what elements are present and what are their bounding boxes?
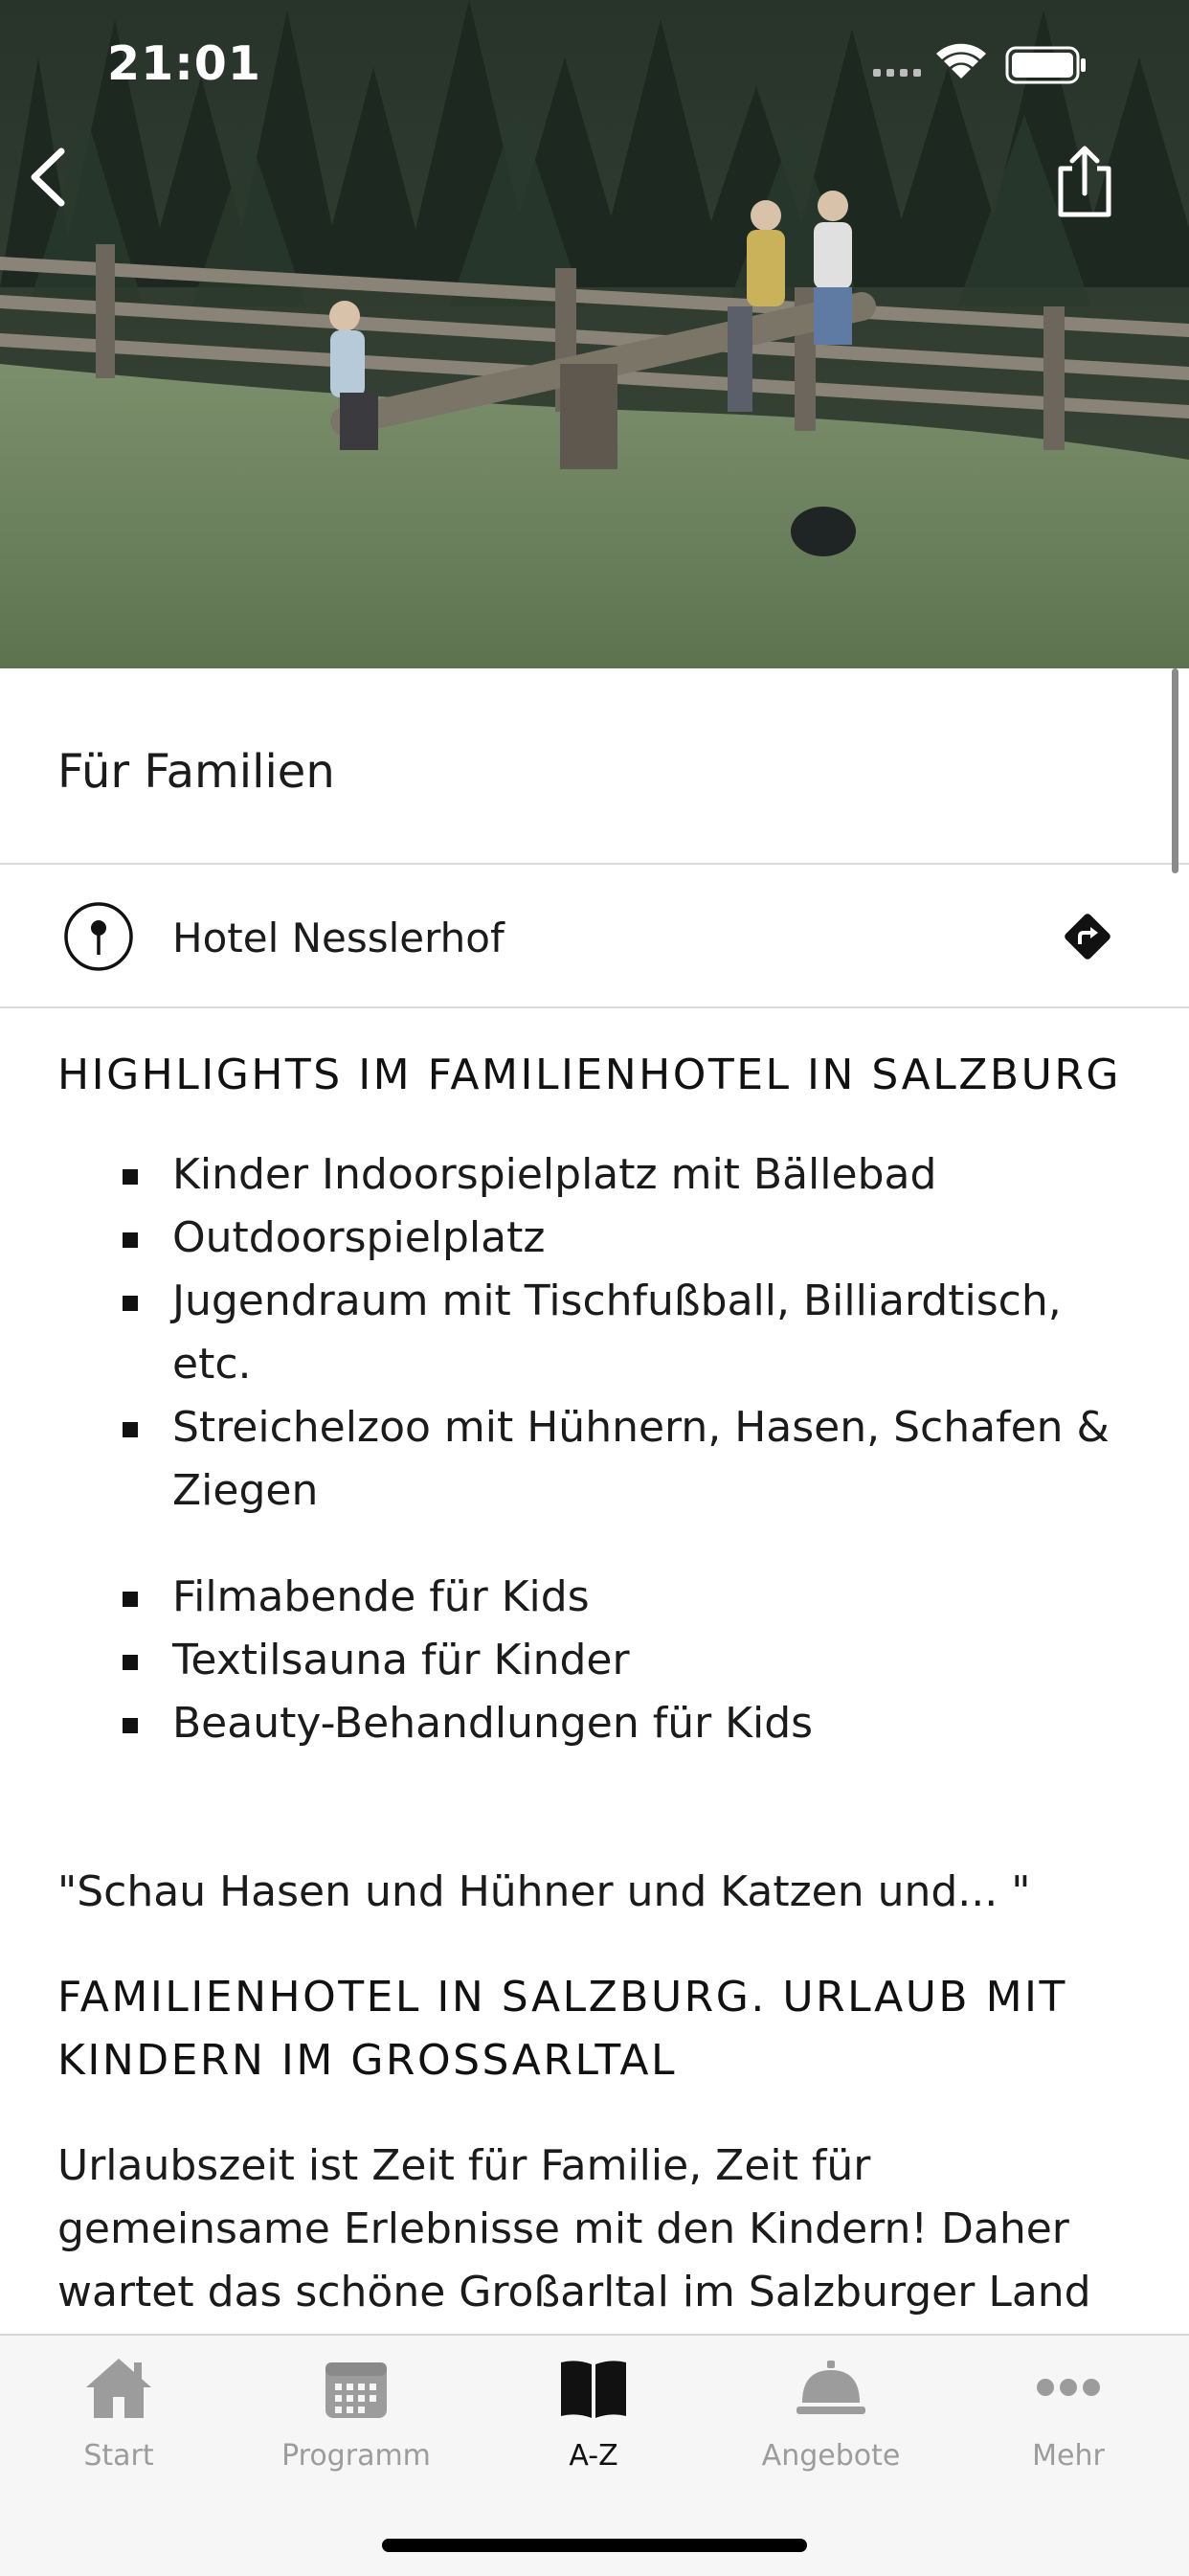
list-item: Beauty-Behandlungen für Kids xyxy=(115,1692,1139,1755)
tab-label: A-Z xyxy=(569,2439,618,2473)
highlights-list-1: Kinder Indoorspielplatz mit Bällebad Out… xyxy=(57,1143,1139,1523)
status-time: 21:01 xyxy=(107,36,261,91)
battery-icon xyxy=(1005,46,1086,84)
tab-angebote[interactable]: Angebote xyxy=(712,2349,950,2493)
tab-start[interactable]: Start xyxy=(0,2349,237,2493)
status-icons xyxy=(873,42,1122,88)
cellular-signal-icon xyxy=(873,69,921,77)
back-button[interactable] xyxy=(21,144,107,230)
page-title: Für Familien xyxy=(57,745,335,799)
list-item: Streichelzoo mit Hühnern, Hasen, Schafen… xyxy=(115,1396,1139,1523)
content: HIGHLIGHTS IM FAMILIENHOTEL IN SALZBURG … xyxy=(57,1044,1139,2451)
hero-image: 21:01 xyxy=(0,0,1189,668)
tab-a-z[interactable]: A-Z xyxy=(475,2349,712,2493)
list-item: Filmabende für Kids xyxy=(115,1566,1139,1629)
tab-label: Programm xyxy=(281,2439,431,2473)
directions-icon[interactable] xyxy=(1059,908,1116,965)
section2-heading: FAMILIENHOTEL IN SALZBURG. URLAUB MIT KI… xyxy=(57,1973,1067,2085)
list-item: Outdoorspielplatz xyxy=(115,1207,1139,1270)
quote-text: "Schau Hasen und Hühner und Katzen und..… xyxy=(57,1867,1031,1916)
list-item: Kinder Indoorspielplatz mit Bällebad xyxy=(115,1143,1139,1207)
wifi-icon xyxy=(936,43,986,79)
more-dots-icon xyxy=(1037,2379,1100,2396)
home-icon xyxy=(86,2359,151,2418)
tab-label: Start xyxy=(83,2439,154,2473)
book-icon xyxy=(561,2361,626,2418)
tab-bar: Start Programm A-Z Angebote Mehr xyxy=(0,2334,1189,2576)
highlights-list-2: Filmabende für Kids Textilsauna für Kind… xyxy=(57,1566,1139,1755)
tab-mehr[interactable]: Mehr xyxy=(950,2349,1187,2493)
home-indicator[interactable] xyxy=(382,2539,807,2552)
share-button[interactable] xyxy=(1053,144,1139,230)
highlights-heading: HIGHLIGHTS IM FAMILIENHOTEL IN SALZBURG xyxy=(57,1051,1121,1099)
scroll-indicator[interactable] xyxy=(1172,668,1178,873)
title-section: Für Familien xyxy=(0,668,1189,865)
status-bar: 21:01 xyxy=(0,0,1189,128)
chevron-left-icon xyxy=(31,147,65,207)
list-item: Jugendraum mit Tischfußball, Billiardtis… xyxy=(115,1270,1139,1396)
location-row[interactable]: Hotel Nesslerhof xyxy=(0,865,1189,1008)
tab-label: Angebote xyxy=(761,2439,901,2473)
tab-label: Mehr xyxy=(1032,2439,1105,2473)
tab-programm[interactable]: Programm xyxy=(237,2349,475,2493)
location-name: Hotel Nesslerhof xyxy=(172,915,505,961)
list-item: Textilsauna für Kinder xyxy=(115,1629,1139,1692)
location-pin-icon xyxy=(64,902,133,971)
share-icon xyxy=(1058,146,1111,217)
calendar-icon xyxy=(325,2362,387,2418)
service-bell-icon xyxy=(796,2361,865,2414)
